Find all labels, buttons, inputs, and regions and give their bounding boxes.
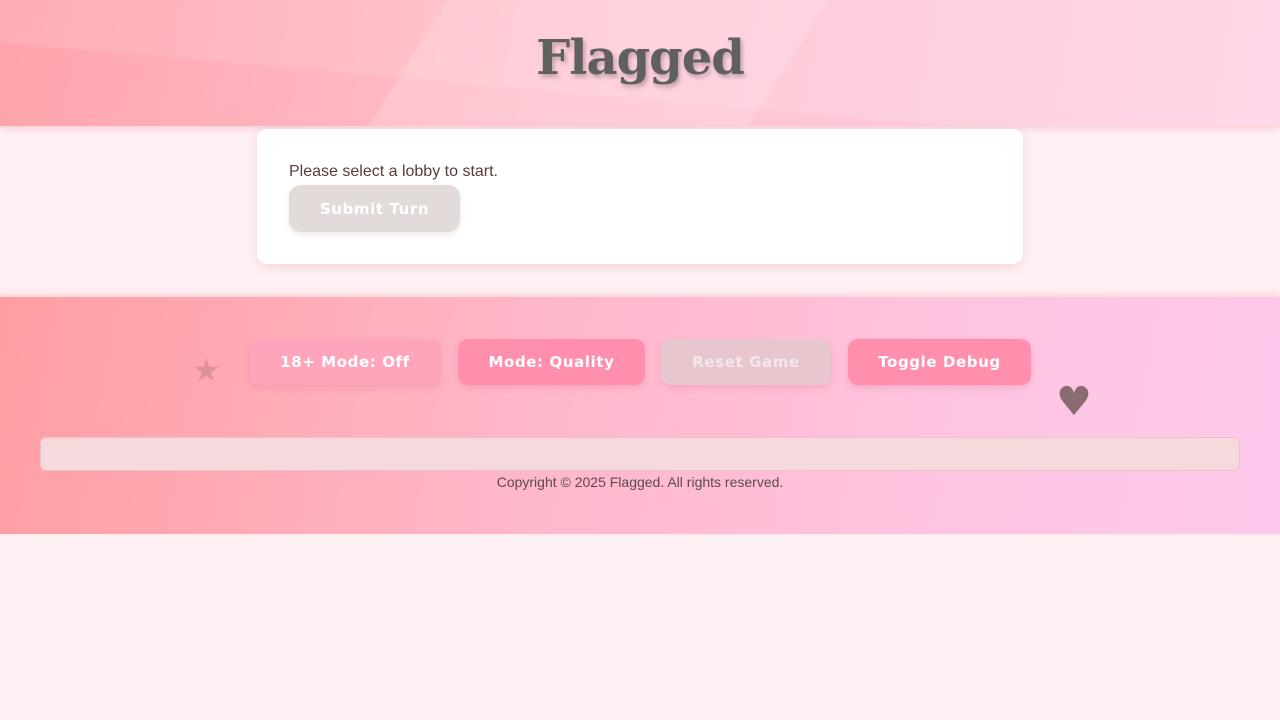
copyright-text: Copyright © 2025 Flagged. All rights res… xyxy=(496,474,784,490)
heart-icon: ♥ xyxy=(1056,379,1092,425)
star-icon: ★ xyxy=(192,351,221,389)
site-title: Flagged xyxy=(536,30,745,86)
adult-mode-toggle-button[interactable]: 18+ Mode: Off xyxy=(249,339,441,385)
reset-game-button[interactable]: Reset Game xyxy=(661,339,831,385)
control-footer: ★ 18+ Mode: Off Mode: Quality Reset Game… xyxy=(0,297,1280,534)
debug-panel xyxy=(40,437,1240,471)
toggle-debug-button[interactable]: Toggle Debug xyxy=(848,339,1031,385)
submit-turn-button[interactable]: Submit Turn xyxy=(289,185,460,232)
game-panel: Please select a lobby to start. Submit T… xyxy=(257,129,1023,264)
lobby-status-text: Please select a lobby to start. xyxy=(289,163,498,180)
mode-toggle-button[interactable]: Mode: Quality xyxy=(458,339,645,385)
site-header: Flagged xyxy=(0,0,1280,126)
